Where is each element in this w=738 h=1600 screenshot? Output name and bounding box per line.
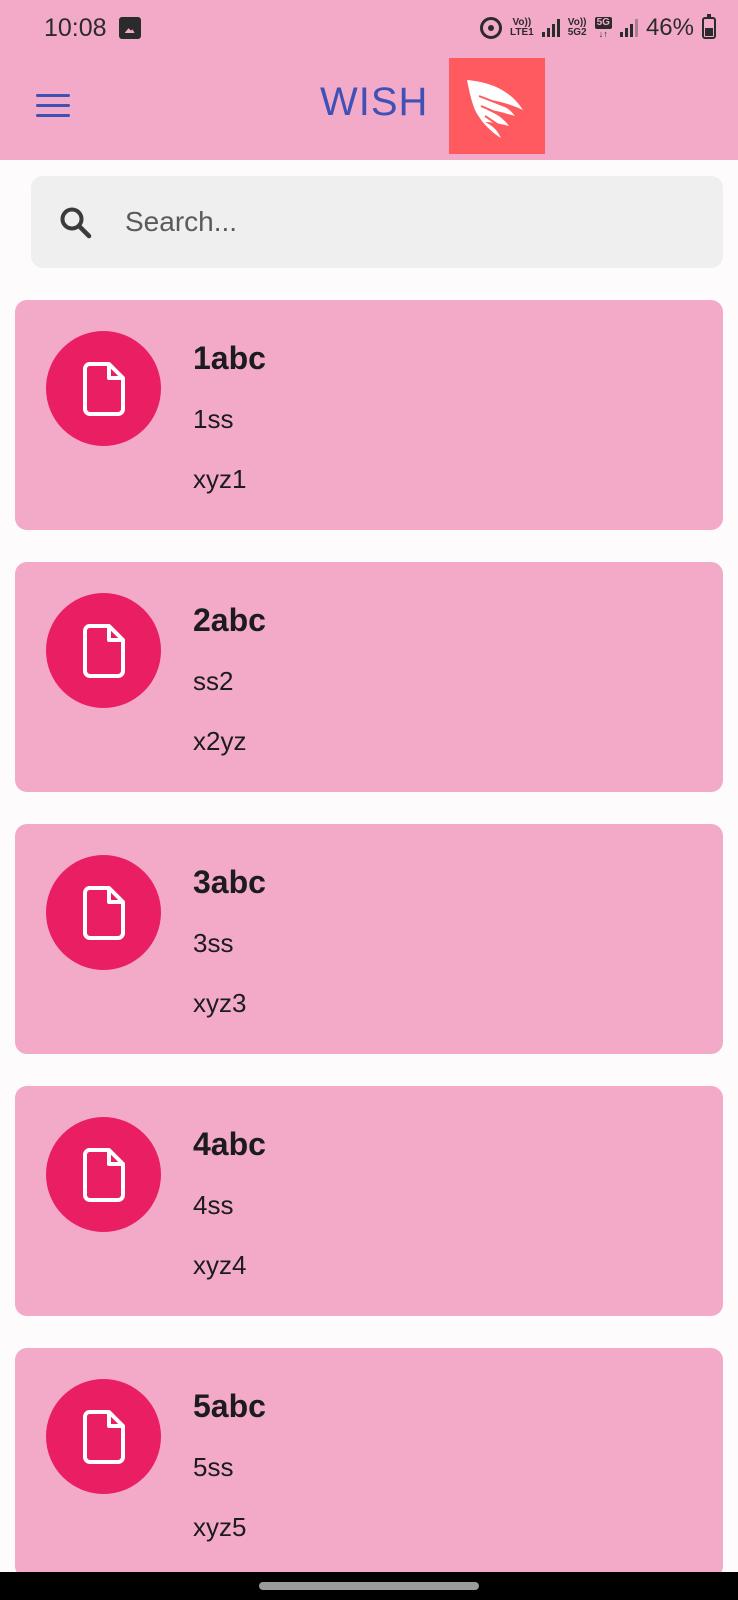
battery-icon — [702, 14, 716, 39]
item-title: 1abc — [193, 340, 266, 376]
item-line1: 4ss — [193, 1190, 234, 1220]
hamburger-menu-icon[interactable] — [36, 94, 70, 118]
item-title: 3abc — [193, 864, 266, 900]
app-title: WISH — [320, 80, 429, 124]
system-nav-bar — [0, 1572, 738, 1600]
file-icon — [82, 1409, 125, 1464]
item-line2: xyz1 — [193, 464, 247, 494]
item-line2: xyz5 — [193, 1512, 247, 1542]
file-icon — [82, 885, 125, 940]
search-input[interactable] — [125, 200, 685, 244]
list-item[interactable]: 4abc 4ss xyz4 — [15, 1086, 723, 1316]
status-right: Vo)) LTE1 Vo)) 5G2 5G ↓↑ 46% — [479, 14, 716, 42]
network-badge: 5G ↓↑ — [594, 17, 612, 39]
item-line1: ss2 — [193, 666, 234, 696]
file-icon-avatar — [46, 593, 161, 708]
hotspot-icon — [479, 17, 502, 39]
list-item[interactable]: 2abc ss2 x2yz — [15, 562, 723, 792]
battery-percent: 46% — [645, 14, 694, 41]
network-badge-label: 5G — [594, 17, 612, 29]
item-line2: x2yz — [193, 726, 247, 756]
item-line2: xyz4 — [193, 1250, 247, 1280]
file-icon-avatar — [46, 331, 161, 446]
screen: 10:08 Vo)) LTE1 Vo)) 5G2 5G ↓↑ 46% WISH … — [0, 0, 738, 1600]
sim2-label: Vo)) 5G2 — [568, 18, 587, 38]
sim1-label: Vo)) LTE1 — [510, 18, 534, 38]
item-line1: 3ss — [193, 928, 234, 958]
list-item[interactable]: 1abc 1ss xyz1 — [15, 300, 723, 530]
file-icon-avatar — [46, 1117, 161, 1232]
app-bar: WISH — [0, 56, 738, 160]
home-gesture-handle[interactable] — [259, 1582, 479, 1590]
item-title: 4abc — [193, 1126, 266, 1162]
signal-icon-2 — [619, 19, 638, 37]
wing-logo — [449, 58, 545, 154]
item-line2: xyz3 — [193, 988, 247, 1018]
file-icon — [82, 1147, 125, 1202]
file-icon — [82, 361, 125, 416]
status-time: 10:08 — [44, 13, 107, 42]
status-left: 10:08 — [44, 14, 141, 43]
list-item[interactable]: 5abc 5ss xyz5 — [15, 1348, 723, 1578]
status-bar: 10:08 Vo)) LTE1 Vo)) 5G2 5G ↓↑ 46% — [0, 0, 738, 56]
sim2-label-bottom: 5G2 — [567, 27, 587, 38]
file-icon-avatar — [46, 1379, 161, 1494]
gallery-icon — [118, 17, 141, 39]
item-title: 5abc — [193, 1388, 266, 1424]
item-line1: 5ss — [193, 1452, 234, 1482]
search-bar[interactable] — [31, 176, 723, 268]
data-arrows-icon: ↓↑ — [598, 29, 608, 39]
item-line1: 1ss — [193, 404, 234, 434]
sim1-label-bottom: LTE1 — [509, 27, 534, 38]
signal-icon — [541, 19, 560, 37]
file-icon-avatar — [46, 855, 161, 970]
search-icon — [60, 207, 92, 239]
list-item[interactable]: 3abc 3ss xyz3 — [15, 824, 723, 1054]
item-title: 2abc — [193, 602, 266, 638]
file-icon — [82, 623, 125, 678]
